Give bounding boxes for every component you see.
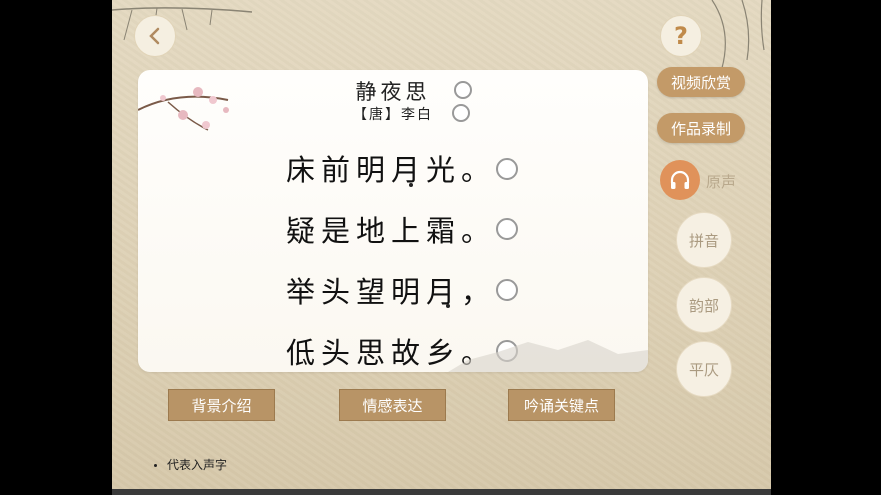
pinyin-button[interactable]: 拼音 — [676, 212, 732, 268]
poem-card: 静夜思 【唐】李白 床前明月光。 疑是地上霜。 举头望明月， 低头思故乡。 — [138, 70, 648, 372]
rhyme-button[interactable]: 韵部 — [676, 277, 732, 333]
original-voice-button[interactable] — [660, 160, 700, 200]
help-button[interactable]: ? — [660, 15, 702, 57]
verse-3-circle[interactable] — [496, 279, 518, 301]
bottom-band — [112, 489, 771, 495]
chevron-left-icon — [149, 27, 160, 45]
verse-line-3: 举头望明月， — [286, 275, 497, 309]
legend-text: 代表入声字 — [167, 458, 228, 472]
entering-tone-dot — [446, 304, 450, 308]
emotion-expression-button[interactable]: 情感表达 — [339, 389, 446, 421]
recitation-key-points-button[interactable]: 吟诵关键点 — [508, 389, 615, 421]
work-recording-button[interactable]: 作品录制 — [657, 113, 745, 143]
verse-2-circle[interactable] — [496, 218, 518, 240]
headphones-icon — [670, 170, 690, 189]
poem-author: 【唐】李白 — [353, 107, 433, 123]
verse-line-2: 疑是地上霜。 — [286, 214, 497, 248]
author-mark-circle[interactable] — [452, 104, 470, 122]
entering-tone-dot — [409, 183, 413, 187]
back-button[interactable] — [134, 15, 176, 57]
tone-button[interactable]: 平仄 — [676, 341, 732, 397]
poem-title-row: 静夜思 — [138, 76, 648, 106]
legend: 代表入声字 — [154, 456, 227, 473]
mountain-decoration — [448, 340, 648, 372]
verse-1-circle[interactable] — [496, 158, 518, 180]
verse-line-1: 床前明月光。 — [286, 153, 497, 187]
legend-dot — [154, 464, 157, 467]
original-voice-label: 原声 — [706, 173, 737, 191]
poem-title: 静夜思 — [355, 80, 431, 104]
willow-decoration-right — [711, 0, 765, 69]
background-intro-button[interactable]: 背景介绍 — [168, 389, 275, 421]
title-mark-circle[interactable] — [454, 81, 472, 99]
video-appreciation-button[interactable]: 视频欣赏 — [657, 67, 745, 97]
poem-reader-app: ? 静夜思 【唐】李白 床前明月光。 疑是地上霜。 举头望明月， 低头思故乡。 — [112, 0, 771, 495]
